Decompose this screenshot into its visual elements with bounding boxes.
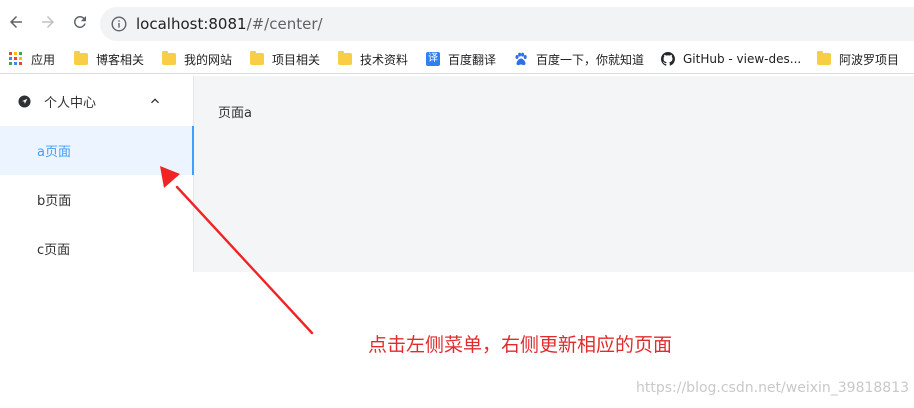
submenu-personal-center[interactable]: 个人中心 (0, 76, 193, 126)
menu-item-label: c页面 (37, 243, 71, 258)
url-path: /#/center/ (246, 15, 323, 33)
bookmarks-bar: 应用 博客相关 我的网站 项目相关 技术资料 译 百度翻译 百度一下，你就知道 … (0, 44, 914, 74)
menu-item-label: b页面 (37, 194, 72, 209)
menu-item-b[interactable]: b页面 (0, 175, 193, 224)
app-container: 个人中心 a页面 b页面 c页面 页面a (0, 76, 914, 272)
bookmark-label: 博客相关 (96, 52, 145, 67)
back-arrow-icon (10, 16, 22, 28)
reload-button[interactable] (70, 12, 90, 32)
bookmark-my-site[interactable]: 我的网站 (162, 50, 232, 68)
bookmark-label: 项目相关 (272, 52, 321, 67)
location-icon (18, 95, 31, 108)
bookmark-label: GitHub - view-des... (683, 52, 802, 66)
reload-icon (73, 15, 86, 28)
back-button[interactable] (6, 12, 26, 32)
folder-icon (817, 51, 831, 65)
github-icon (661, 52, 675, 66)
chevron-up-icon (151, 98, 159, 104)
bookmark-label: 百度一下，你就知道 (536, 52, 645, 67)
bookmark-label: 阿波罗项目 (839, 52, 900, 67)
bookmark-label: 技术资料 (360, 52, 409, 67)
menu-item-c[interactable]: c页面 (0, 224, 193, 273)
annotation-note: 点击左侧菜单，右侧更新相应的页面 (368, 334, 673, 356)
bookmark-label: 百度翻译 (448, 52, 497, 67)
bookmark-tech-docs[interactable]: 技术资料 (338, 50, 408, 68)
watermark: https://blog.csdn.net/weixin_39818813 (636, 380, 910, 396)
forward-arrow-icon (42, 16, 54, 28)
folder-icon (74, 51, 88, 65)
main-content: 页面a (194, 76, 914, 272)
bookmark-label: 我的网站 (184, 52, 233, 67)
bookmark-projects[interactable]: 项目相关 (250, 50, 320, 68)
bookmark-label: 应用 (31, 52, 56, 67)
baidu-paw-icon (515, 52, 527, 66)
bookmark-baidu-translate[interactable]: 译 百度翻译 (426, 50, 496, 68)
bookmark-blog[interactable]: 博客相关 (74, 50, 144, 68)
folder-icon (250, 51, 264, 65)
bookmark-apollo[interactable]: 阿波罗项目 (817, 50, 899, 68)
forward-button[interactable] (38, 12, 58, 32)
folder-icon (338, 51, 352, 65)
bookmark-apps[interactable]: 应用 (9, 50, 55, 68)
sidebar-menu: 个人中心 a页面 b页面 c页面 (0, 76, 194, 272)
url-text[interactable]: localhost:8081/#/center/ (136, 15, 323, 33)
submenu-title-label: 个人中心 (44, 96, 97, 111)
browser-toolbar: localhost:8081/#/center/ (0, 0, 914, 44)
bookmark-baidu[interactable]: 百度一下，你就知道 (514, 50, 644, 68)
apps-grid-icon (9, 52, 23, 66)
url-host: localhost:8081 (136, 15, 247, 33)
info-icon[interactable] (111, 16, 127, 32)
baidu-translate-icon: 译 (426, 52, 440, 66)
address-bar[interactable]: localhost:8081/#/center/ (100, 7, 914, 41)
bookmark-github[interactable]: GitHub - view-des... (661, 50, 801, 68)
folder-icon (162, 51, 176, 65)
menu-item-label: a页面 (37, 145, 71, 160)
page-content-text: 页面a (218, 106, 252, 121)
menu-item-a[interactable]: a页面 (0, 126, 194, 175)
